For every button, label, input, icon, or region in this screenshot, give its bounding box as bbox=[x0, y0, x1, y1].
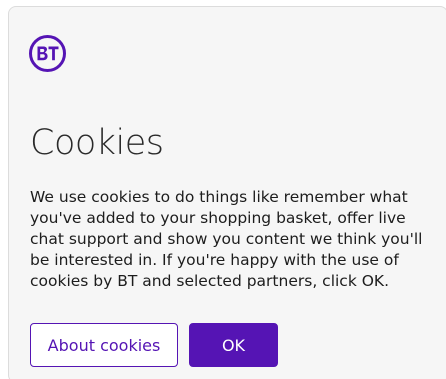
ok-button[interactable]: OK bbox=[189, 323, 278, 367]
bt-logo-glyph bbox=[37, 46, 59, 61]
cookie-dialog: Cookies We use cookies to do things like… bbox=[8, 6, 446, 379]
about-cookies-button[interactable]: About cookies bbox=[30, 323, 178, 367]
dialog-body-text: We use cookies to do things like remembe… bbox=[30, 188, 423, 290]
dialog-title: Cookies bbox=[30, 123, 164, 163]
bt-logo bbox=[29, 35, 66, 72]
